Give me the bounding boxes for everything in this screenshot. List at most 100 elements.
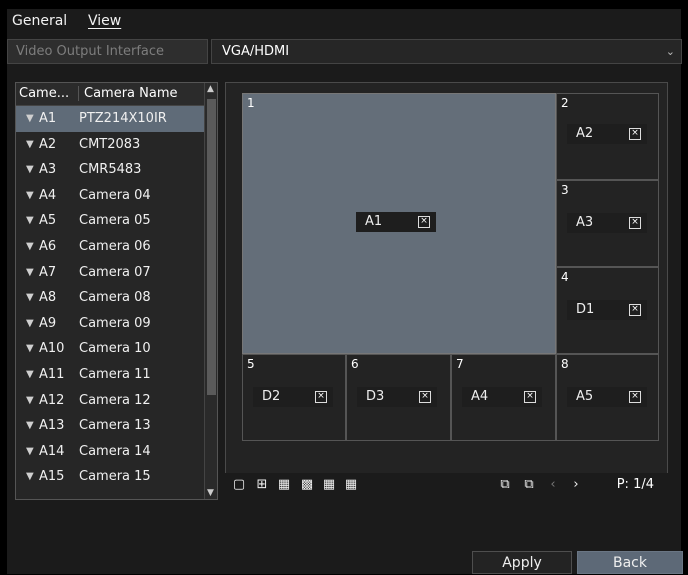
cell-number: 7 bbox=[456, 357, 464, 371]
cell-camera-label: A3 bbox=[576, 215, 594, 230]
camera-name: PTZ214X10IR bbox=[79, 111, 167, 126]
layout-cell[interactable]: 8 A5 × bbox=[556, 354, 659, 441]
camera-name: Camera 07 bbox=[79, 264, 151, 280]
list-item[interactable]: ▼ A8 Camera 08 bbox=[16, 285, 204, 311]
tab-view[interactable]: View bbox=[88, 13, 121, 29]
column-header-camera-name[interactable]: Camera Name bbox=[78, 86, 178, 101]
camera-icon: ▼ bbox=[26, 471, 34, 483]
camera-id: A14 bbox=[39, 443, 65, 459]
cell-camera-tag: A1 × bbox=[356, 212, 436, 232]
scroll-down-icon[interactable]: ▼ bbox=[207, 488, 214, 498]
camera-icon: ▼ bbox=[26, 317, 34, 329]
cell-camera-label: D3 bbox=[366, 389, 385, 404]
cell-camera-label: D1 bbox=[576, 302, 595, 317]
list-item[interactable]: ▼ A1 PTZ214X10IR bbox=[16, 106, 204, 132]
list-item[interactable]: ▼ A10 Camera 10 bbox=[16, 336, 204, 362]
list-item[interactable]: ▼ A15 Camera 15 bbox=[16, 464, 204, 490]
camera-icon: ▼ bbox=[26, 343, 34, 355]
close-icon[interactable]: × bbox=[629, 217, 641, 229]
clear-all-icon[interactable]: ⧉ bbox=[521, 477, 537, 493]
chevron-down-icon[interactable]: ⌄ bbox=[666, 40, 675, 63]
cell-number: 2 bbox=[561, 96, 569, 110]
list-item[interactable]: ▼ A14 Camera 14 bbox=[16, 439, 204, 465]
close-icon[interactable]: × bbox=[419, 391, 431, 403]
camera-id: A6 bbox=[39, 238, 57, 254]
camera-icon: ▼ bbox=[26, 164, 34, 176]
chevron-right-icon[interactable]: › bbox=[568, 477, 584, 493]
camera-name: Camera 10 bbox=[79, 341, 151, 357]
camera-list-header: Came... Camera Name bbox=[16, 83, 204, 106]
layout-cell[interactable]: 5 D2 × bbox=[242, 354, 346, 441]
layout-cell[interactable]: 3 A3 × bbox=[556, 180, 659, 267]
camera-list-scrollbar[interactable]: ▲ ▼ bbox=[204, 83, 217, 499]
camera-id: A4 bbox=[39, 187, 57, 203]
camera-list: Came... Camera Name ▼ A1 PTZ214X10IR ▼ A2 CM… bbox=[15, 82, 218, 500]
chevron-left-icon[interactable]: ‹ bbox=[545, 477, 561, 493]
scrollbar-thumb[interactable] bbox=[207, 99, 216, 395]
auto-assign-icon[interactable]: ⧉ bbox=[497, 477, 513, 493]
camera-icon: ▼ bbox=[26, 215, 34, 227]
layout-4-icon[interactable]: ⊞ bbox=[254, 477, 270, 493]
camera-id: A11 bbox=[39, 366, 65, 382]
camera-icon: ▼ bbox=[26, 292, 34, 304]
layout-cell[interactable]: 1 A1 × bbox=[242, 93, 556, 354]
video-output-row: Video Output Interface VGA/HDMI ⌄ bbox=[7, 39, 682, 64]
camera-id: A5 bbox=[39, 213, 57, 229]
list-item[interactable]: ▼ A5 Camera 05 bbox=[16, 208, 204, 234]
camera-id: A9 bbox=[39, 315, 57, 331]
camera-icon: ▼ bbox=[26, 420, 34, 432]
layout-cell[interactable]: 2 A2 × bbox=[556, 93, 659, 180]
camera-id: A3 bbox=[39, 162, 57, 178]
close-icon[interactable]: × bbox=[418, 216, 430, 228]
camera-name: Camera 05 bbox=[79, 213, 151, 229]
close-icon[interactable]: × bbox=[524, 391, 536, 403]
cell-number: 4 bbox=[561, 270, 569, 284]
video-output-select[interactable]: VGA/HDMI ⌄ bbox=[211, 39, 682, 64]
camera-name: CMR5483 bbox=[79, 162, 142, 178]
close-icon[interactable]: × bbox=[629, 391, 641, 403]
cell-number: 3 bbox=[561, 183, 569, 197]
list-item[interactable]: ▼ A2 CMT2083 bbox=[16, 132, 204, 158]
camera-name: Camera 12 bbox=[79, 392, 151, 408]
camera-name: Camera 13 bbox=[79, 418, 151, 434]
layout-8-icon[interactable]: ▩ bbox=[299, 477, 315, 493]
back-button[interactable]: Back bbox=[577, 551, 683, 574]
camera-id: A2 bbox=[39, 136, 57, 152]
layout-6-icon[interactable]: ▦ bbox=[276, 477, 292, 493]
layout-16-icon[interactable]: ▦ bbox=[343, 477, 359, 493]
cell-camera-tag: A3 × bbox=[567, 213, 647, 233]
video-output-label: Video Output Interface bbox=[7, 39, 208, 64]
layout-cell[interactable]: 4 D1 × bbox=[556, 267, 659, 354]
list-item[interactable]: ▼ A4 Camera 04 bbox=[16, 183, 204, 209]
close-icon[interactable]: × bbox=[629, 304, 641, 316]
camera-id: A13 bbox=[39, 418, 65, 434]
apply-button[interactable]: Apply bbox=[472, 551, 572, 574]
tab-general[interactable]: General bbox=[12, 13, 67, 29]
cell-number: 5 bbox=[247, 357, 255, 371]
camera-icon: ▼ bbox=[26, 138, 34, 150]
cell-camera-tag: A4 × bbox=[462, 387, 542, 407]
close-icon[interactable]: × bbox=[629, 128, 641, 140]
cell-number: 8 bbox=[561, 357, 569, 371]
column-header-camera[interactable]: Came... bbox=[19, 86, 69, 101]
camera-icon: ▼ bbox=[26, 189, 34, 201]
cell-camera-tag: A5 × bbox=[567, 387, 647, 407]
list-item[interactable]: ▼ A13 Camera 13 bbox=[16, 413, 204, 439]
list-item[interactable]: ▼ A7 Camera 07 bbox=[16, 260, 204, 286]
camera-name: Camera 06 bbox=[79, 238, 151, 254]
layout-cell[interactable]: 6 D3 × bbox=[346, 354, 451, 441]
camera-icon: ▼ bbox=[26, 394, 34, 406]
camera-name: Camera 04 bbox=[79, 187, 151, 203]
list-item[interactable]: ▼ A3 CMR5483 bbox=[16, 157, 204, 183]
page-indicator: P: 1/4 bbox=[616, 477, 654, 492]
list-item[interactable]: ▼ A11 Camera 11 bbox=[16, 362, 204, 388]
close-icon[interactable]: × bbox=[315, 391, 327, 403]
list-item[interactable]: ▼ A12 Camera 12 bbox=[16, 388, 204, 414]
layout-cell[interactable]: 7 A4 × bbox=[451, 354, 556, 441]
cell-camera-tag: A2 × bbox=[567, 124, 647, 144]
layout-9-icon[interactable]: ▦ bbox=[321, 477, 337, 493]
list-item[interactable]: ▼ A9 Camera 09 bbox=[16, 311, 204, 337]
list-item[interactable]: ▼ A6 Camera 06 bbox=[16, 234, 204, 260]
scroll-up-icon[interactable]: ▲ bbox=[207, 84, 214, 94]
layout-1-icon[interactable]: ▢ bbox=[231, 477, 247, 493]
